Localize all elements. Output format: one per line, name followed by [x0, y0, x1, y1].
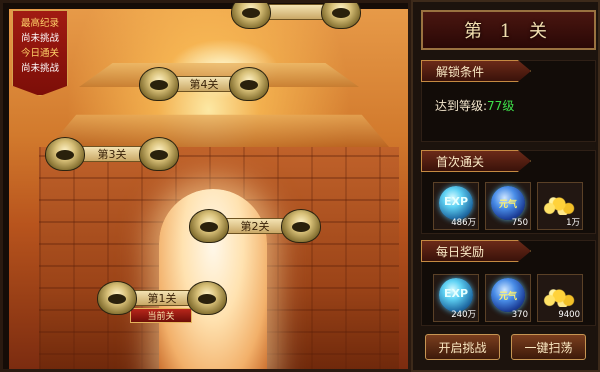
best-record-value: 尚未挑战 — [20, 33, 59, 44]
unlock-prefix: 达到等级: — [435, 99, 488, 113]
daily-header: 每日奖励 — [421, 240, 531, 262]
reward-qty: 1万 — [566, 218, 580, 228]
first-clear-header: 首次通关 — [421, 150, 531, 172]
reward-icon-label: EXP — [443, 287, 469, 300]
stage-node-3[interactable]: 第3关 — [45, 137, 179, 171]
stage-label: 第4关 — [189, 78, 219, 91]
reward-slot-yuanqi[interactable]: 元气 750 — [485, 182, 531, 230]
node-wing-left-icon — [231, 3, 271, 29]
stage-node-2[interactable]: 第2关 — [189, 209, 321, 243]
node-wing-right-icon — [281, 209, 321, 243]
reward-qty: 240万 — [451, 310, 476, 320]
stage-label: 第1关 — [147, 292, 177, 305]
today-clear-value: 尚未挑战 — [20, 63, 59, 74]
node-wing-right-icon — [139, 137, 179, 171]
node-wing-left-icon — [189, 209, 229, 243]
stage-title-banner: 第 1 关 — [421, 10, 596, 50]
sweep-button[interactable]: 一键扫荡 — [511, 334, 586, 360]
start-challenge-button[interactable]: 开启挑战 — [425, 334, 500, 360]
daily-rewards: EXP 240万 元气 370 9400 — [433, 274, 583, 322]
stage-node-top-partial[interactable] — [231, 3, 361, 29]
stage-label: 第3关 — [97, 148, 127, 161]
first-clear-rewards: EXP 486万 元气 750 1万 — [433, 182, 583, 230]
reward-slot-gold[interactable]: 1万 — [537, 182, 583, 230]
palace-gate-background — [9, 9, 408, 369]
stage-map: 第4关 第3关 第2关 第1关 当前关 最高纪录 尚未挑战 今日通关 尚未挑战 — [0, 0, 411, 372]
node-wing-right-icon — [321, 3, 361, 29]
reward-qty: 750 — [511, 218, 528, 228]
reward-icon-label: EXP — [443, 195, 469, 208]
record-ribbon: 最高纪录 尚未挑战 今日通关 尚未挑战 — [12, 10, 68, 96]
reward-icon-label: 元气 — [498, 200, 517, 210]
node-wing-left-icon — [97, 281, 137, 315]
node-wing-left-icon — [45, 137, 85, 171]
reward-qty: 9400 — [558, 310, 580, 320]
reward-slot-exp[interactable]: EXP 240万 — [433, 274, 479, 322]
node-wing-right-icon — [187, 281, 227, 315]
stage-node-4[interactable]: 第4关 — [139, 67, 269, 101]
current-stage-badge: 当前关 — [130, 308, 192, 323]
best-record-label: 最高纪录 — [20, 18, 59, 29]
reward-qty: 486万 — [451, 218, 476, 228]
reward-icon-label: 元气 — [498, 292, 517, 302]
node-wing-left-icon — [139, 67, 179, 101]
gold-coins-icon — [542, 285, 580, 307]
unlock-header: 解锁条件 — [421, 60, 531, 82]
reward-slot-gold[interactable]: 9400 — [537, 274, 583, 322]
reward-slot-exp[interactable]: EXP 486万 — [433, 182, 479, 230]
stage-title: 第 1 关 — [464, 21, 553, 42]
reward-slot-yuanqi[interactable]: 元气 370 — [485, 274, 531, 322]
gold-coins-icon — [542, 193, 580, 215]
node-wing-right-icon — [229, 67, 269, 101]
unlock-level: 77级 — [487, 99, 515, 113]
stage-info-panel: 第 1 关 解锁条件 达到等级:77级 首次通关 EXP 486万 元气 750… — [411, 0, 600, 372]
today-clear-label: 今日通关 — [20, 48, 59, 59]
reward-qty: 370 — [511, 310, 528, 320]
unlock-requirement: 达到等级:77级 — [435, 97, 514, 114]
stage-label: 第2关 — [240, 220, 270, 233]
